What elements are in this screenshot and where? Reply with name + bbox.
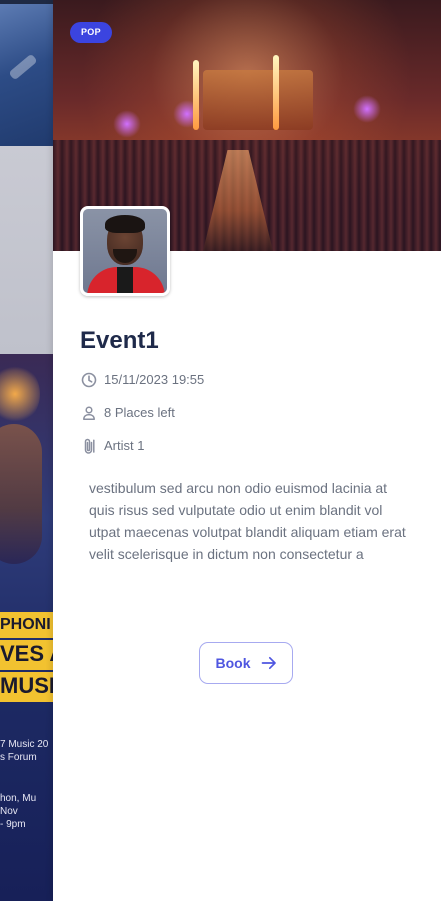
genre-badge: POP (70, 22, 112, 43)
poster-small-text-1: 7 Music 20 (0, 739, 49, 750)
artist-name: Artist 1 (104, 438, 145, 453)
stage-light-purple (113, 110, 141, 138)
paperclip-icon (80, 437, 98, 455)
artist-avatar (80, 206, 170, 296)
event-date-row: 15/11/2023 19:55 (80, 370, 204, 390)
concert-stage (203, 70, 313, 130)
event-description: vestibulum sed arcu non odio euismod lac… (89, 480, 406, 562)
poster-small-text-4: Nov (0, 806, 18, 817)
clock-icon (80, 371, 98, 389)
book-button[interactable]: Book (199, 642, 293, 684)
stage-light-purple (353, 95, 381, 123)
poster-small-text-3: hon, Mu (0, 793, 37, 804)
poster-light-glow (0, 364, 40, 424)
event-title: Event1 (80, 327, 159, 354)
poster-artist-figure (0, 424, 42, 564)
book-button-label: Book (215, 655, 251, 671)
event-detail-drawer: POP Event1 15/11/2023 19:55 8 Places lef… (53, 0, 441, 901)
pyro-flame (273, 55, 279, 130)
avatar-hair (105, 215, 145, 233)
poster-small-text-2: s Forum (0, 752, 37, 763)
background-content-gap (0, 146, 60, 354)
event-artist-row: Artist 1 (80, 436, 144, 456)
event-datetime: 15/11/2023 19:55 (104, 372, 205, 387)
avatar-shirt (117, 267, 133, 293)
event-places-row: 8 Places left (80, 403, 175, 423)
places-left: 8 Places left (104, 405, 175, 420)
arrow-right-icon (261, 656, 277, 670)
background-hero-image (0, 4, 60, 146)
poster-small-text-5: - 9pm (0, 819, 26, 830)
poster-band-3: MUSI (0, 672, 60, 702)
pyro-flame (193, 60, 199, 130)
person-icon (80, 404, 98, 422)
poster-band-1: PHONI (0, 612, 60, 638)
background-event-poster[interactable]: PHONI VES A MUSI 7 Music 20 s Forum hon,… (0, 354, 60, 901)
poster-band-2: VES A (0, 640, 60, 670)
